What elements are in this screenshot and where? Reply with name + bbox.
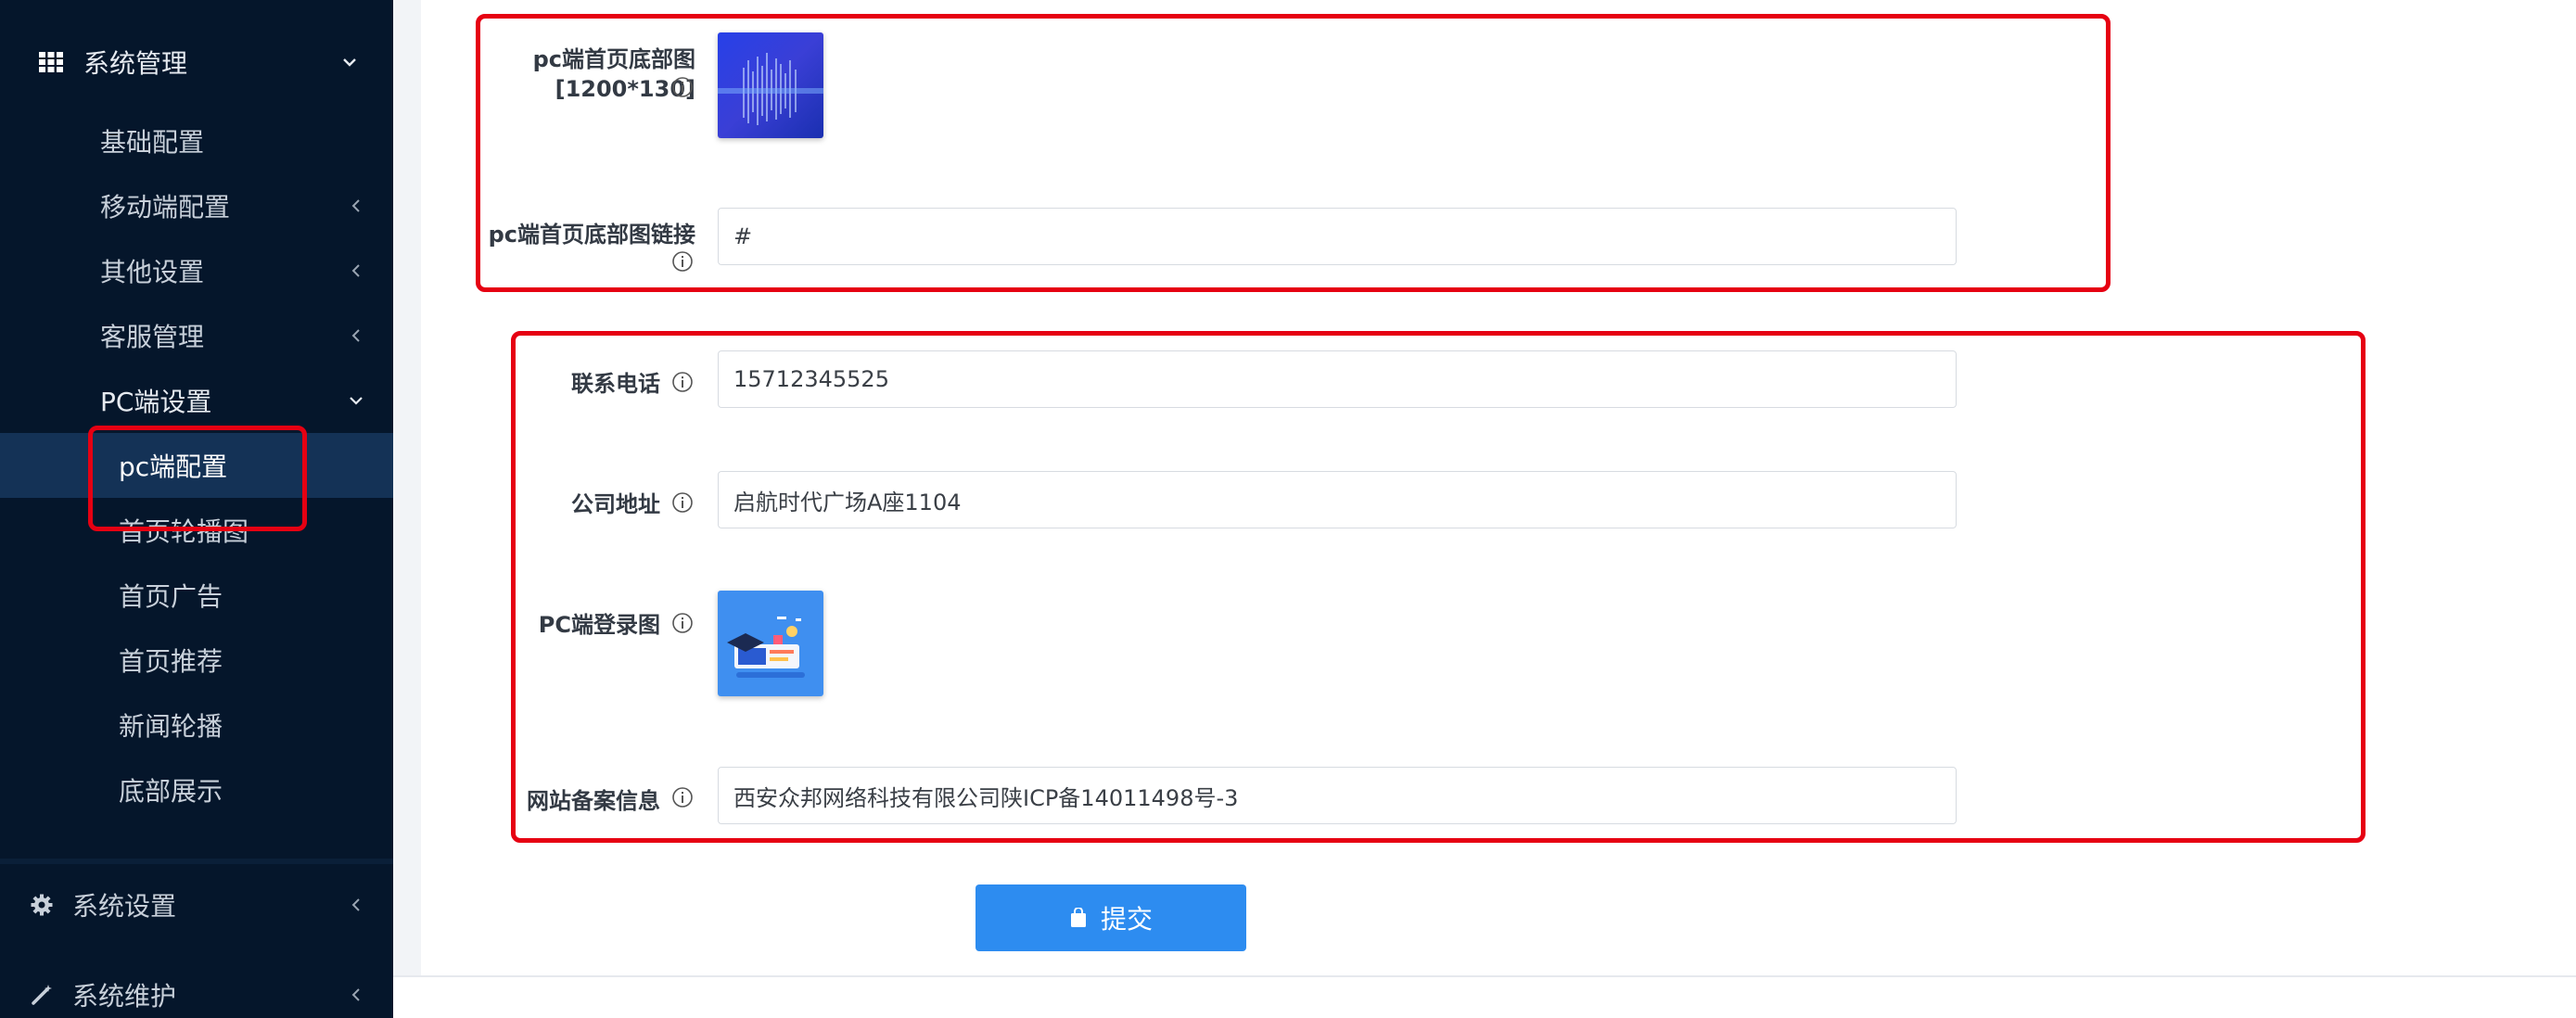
sidebar-item-label: 首页推荐: [119, 646, 223, 677]
login-image-preview: [718, 591, 823, 696]
info-icon[interactable]: [671, 250, 694, 273]
pc-footer-link-label: pc端首页底部图链接: [488, 222, 695, 248]
address-input[interactable]: [718, 471, 1957, 528]
chevron-left-icon: [351, 988, 360, 1001]
gear-icon: [31, 894, 53, 916]
sidebar-item-mobile-config[interactable]: 移动端配置: [0, 173, 393, 238]
label-line: [1200*130]: [555, 76, 695, 102]
sidebar-item-label: pc端配置: [119, 452, 228, 482]
sidebar-item-home-ads[interactable]: 首页广告: [0, 563, 393, 628]
sidebar-item-other-settings[interactable]: 其他设置: [0, 238, 393, 303]
submit-button[interactable]: 提交: [976, 884, 1246, 951]
info-icon[interactable]: [671, 612, 694, 634]
sidebar-item-label: 新闻轮播: [119, 711, 223, 742]
icp-input[interactable]: [718, 767, 1957, 824]
sidebar: 系统管理 基础配置 移动端配置 其他设置 客服管理 PC端设置 pc端配置 首页…: [0, 0, 393, 1018]
bag-icon: [1070, 908, 1086, 927]
sidebar-separator: [0, 859, 393, 864]
sidebar-item-home-recommend[interactable]: 首页推荐: [0, 628, 393, 693]
grid-icon: [39, 52, 63, 72]
info-icon[interactable]: [671, 371, 694, 393]
chevron-down-icon: [343, 58, 356, 67]
sidebar-item-pc-config[interactable]: pc端配置: [0, 433, 393, 498]
chevron-left-icon: [351, 264, 360, 277]
chevron-left-icon: [351, 199, 360, 212]
info-icon[interactable]: [671, 491, 694, 514]
sidebar-item-basic-config[interactable]: 基础配置: [0, 108, 393, 173]
sidebar-item-label: 系统设置: [72, 891, 177, 922]
sidebar-group-system-management[interactable]: 系统管理: [0, 30, 393, 95]
submit-label: 提交: [1100, 904, 1153, 935]
sidebar-item-system-settings[interactable]: 系统设置: [0, 872, 393, 937]
footer-divider: [393, 975, 2576, 977]
sidebar-item-label: 底部展示: [119, 776, 223, 807]
pc-footer-image-thumbnail[interactable]: [718, 32, 823, 138]
chevron-left-icon: [351, 329, 360, 342]
chevron-down-icon: [350, 397, 363, 405]
pc-footer-image-label: pc端首页底部图 [1200*130]: [464, 45, 695, 104]
phone-input[interactable]: [718, 350, 1957, 408]
sidebar-item-label: 系统维护: [72, 981, 177, 1012]
info-icon[interactable]: [671, 786, 694, 808]
chevron-left-icon: [351, 898, 360, 911]
sidebar-item-label: 首页广告: [119, 581, 223, 612]
sidebar-group-label: 系统管理: [83, 48, 188, 79]
app-root: 系统管理 基础配置 移动端配置 其他设置 客服管理 PC端设置 pc端配置 首页…: [0, 0, 2576, 1018]
info-icon[interactable]: [671, 76, 694, 98]
sidebar-item-system-maintenance[interactable]: 系统维护: [0, 962, 393, 1018]
content-gutter: [393, 0, 421, 975]
sidebar-item-label: 首页轮播图: [119, 516, 249, 547]
sidebar-item-pc-settings[interactable]: PC端设置: [0, 368, 393, 433]
sidebar-item-label: PC端设置: [100, 387, 212, 417]
pc-footer-link-input[interactable]: [718, 208, 1957, 265]
sidebar-item-footer-display[interactable]: 底部展示: [0, 757, 393, 822]
phone-label: 联系电话: [571, 371, 660, 397]
sidebar-item-home-carousel[interactable]: 首页轮播图: [0, 498, 393, 563]
footer-image-preview: [718, 32, 823, 138]
sidebar-item-label: 移动端配置: [100, 192, 231, 223]
login-image-label: PC端登录图: [538, 612, 660, 638]
magic-wand-icon: [32, 985, 52, 1005]
label-line: pc端首页底部图: [532, 46, 695, 72]
sidebar-item-label: 客服管理: [100, 322, 205, 352]
login-image-thumbnail[interactable]: [718, 591, 823, 696]
icp-label: 网站备案信息: [527, 788, 660, 814]
sidebar-item-label: 其他设置: [100, 257, 205, 287]
address-label: 公司地址: [571, 491, 660, 517]
sidebar-item-news-carousel[interactable]: 新闻轮播: [0, 693, 393, 757]
sidebar-item-customer-service[interactable]: 客服管理: [0, 303, 393, 368]
sidebar-item-label: 基础配置: [100, 127, 205, 158]
